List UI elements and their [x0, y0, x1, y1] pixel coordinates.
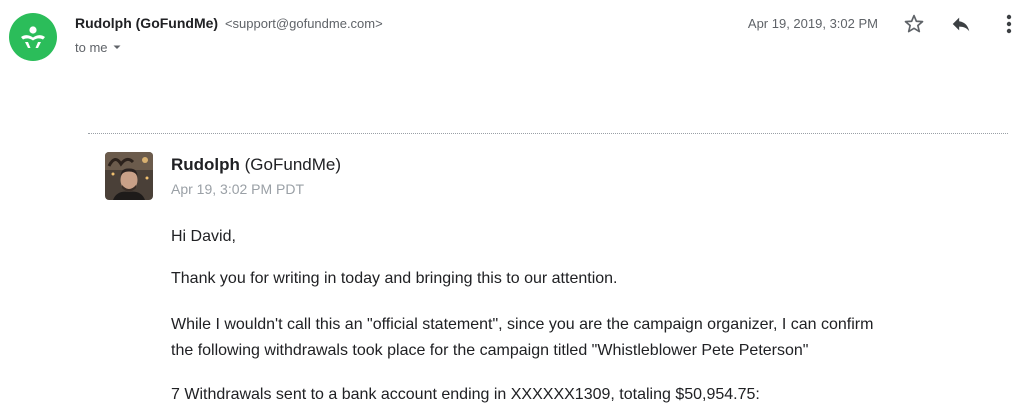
star-icon[interactable] — [902, 12, 926, 36]
recipient-label: to me — [75, 40, 108, 55]
sender-line: Rudolph (GoFundMe) <support@gofundme.com… — [75, 15, 383, 31]
quote-divider — [88, 133, 1008, 134]
message-date: Apr 19, 2019, 3:02 PM — [747, 16, 878, 31]
quoted-date: Apr 19, 3:02 PM PDT — [171, 181, 305, 197]
email-view: Rudolph (GoFundMe) <support@gofundme.com… — [0, 0, 1024, 414]
sender-email: <support@gofundme.com> — [224, 16, 383, 31]
quoted-sender-name-bold: Rudolph — [171, 155, 240, 174]
body-paragraph-1: Thank you for writing in today and bring… — [171, 270, 618, 287]
body-paragraph-2-line-2: the following withdrawals took place for… — [171, 342, 809, 359]
caret-down-icon — [112, 40, 122, 55]
reply-icon[interactable] — [949, 12, 973, 36]
quoted-sender-name-org: (GoFundMe) — [239, 155, 342, 174]
more-vert-icon[interactable] — [997, 12, 1021, 36]
body-paragraph-3: 7 Withdrawals sent to a bank account end… — [171, 386, 760, 403]
body-greeting: Hi David, — [171, 228, 236, 245]
quoted-sender-name: Rudolph (GoFundMe) — [171, 155, 341, 175]
sender-name[interactable]: Rudolph (GoFundMe) — [75, 15, 218, 31]
body-paragraph-2-line-1: While I wouldn't call this an "official … — [171, 316, 874, 333]
recipient-details-toggle[interactable]: to me — [75, 40, 122, 55]
quoted-sender-avatar — [105, 152, 153, 200]
gofundme-logo-icon[interactable] — [9, 13, 57, 61]
